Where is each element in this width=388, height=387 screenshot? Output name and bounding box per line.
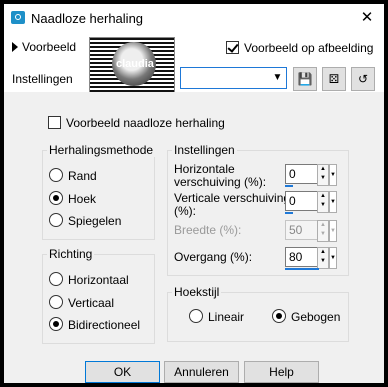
spinner-arrows-icon: ▲ ▼ bbox=[317, 220, 329, 242]
radio-rand[interactable]: Rand bbox=[49, 168, 97, 183]
radio-lineair[interactable]: Lineair bbox=[189, 309, 244, 324]
reset-button[interactable]: ↺ bbox=[351, 67, 375, 91]
radio-circle bbox=[49, 272, 63, 286]
radio-verticaal[interactable]: Verticaal bbox=[49, 295, 114, 310]
radio-label: Horizontaal bbox=[68, 273, 129, 287]
spinner-value[interactable]: 0 bbox=[285, 164, 320, 184]
value-bar bbox=[285, 268, 319, 270]
random-dice-icon: ⚄ bbox=[328, 72, 340, 86]
checkbox-label: Voorbeeld op afbeelding bbox=[244, 41, 374, 55]
cancel-button[interactable]: Annuleren bbox=[164, 361, 239, 383]
label-line-1: Verticale verschuiving bbox=[174, 191, 291, 205]
radio-label: Verticaal bbox=[68, 296, 115, 310]
save-icon: 💾 bbox=[297, 72, 313, 86]
chevron-down-icon: ▼ bbox=[272, 72, 283, 83]
transition-label: Overgang (%): bbox=[174, 250, 253, 264]
corner-style-group: Hoekstijl Lineair Gebogen bbox=[167, 285, 349, 342]
group-title: Richting bbox=[47, 247, 95, 261]
ok-button[interactable]: OK bbox=[85, 361, 160, 383]
radio-gebogen[interactable]: Gebogen bbox=[272, 309, 340, 324]
v-shift-spinner[interactable]: 0 ▲ ▼ ▼ bbox=[285, 191, 337, 214]
slider-dropdown-icon[interactable]: ▼ bbox=[329, 164, 337, 186]
v-shift-label: Verticale verschuiving (%): bbox=[174, 192, 290, 218]
label-line-2: (%): bbox=[174, 204, 196, 218]
radio-horizontaal[interactable]: Horizontaal bbox=[49, 272, 129, 287]
radio-label: Bidirectioneel bbox=[68, 318, 141, 332]
slider-dropdown-icon[interactable]: ▼ bbox=[329, 191, 337, 213]
radio-circle bbox=[49, 213, 63, 227]
checkbox-box bbox=[48, 116, 61, 129]
preview-toggle-label: Voorbeeld bbox=[22, 40, 77, 54]
h-shift-spinner[interactable]: 0 ▲ ▼ ▼ bbox=[285, 164, 337, 187]
repeat-method-group: Herhalingsmethode Rand Hoek Spiegelen bbox=[42, 143, 156, 240]
expand-triangle-icon bbox=[12, 42, 18, 52]
settings-label: Instellingen bbox=[12, 72, 73, 86]
window-title: Naadloze herhaling bbox=[31, 11, 144, 26]
direction-group: Richting Horizontaal Verticaal Bidirecti… bbox=[42, 247, 155, 344]
radio-label: Lineair bbox=[208, 310, 245, 324]
close-button[interactable]: ✕ bbox=[356, 8, 378, 28]
seamless-preview-checkbox[interactable]: Voorbeeld naadloze herhaling bbox=[48, 116, 225, 130]
checkbox-label: Voorbeeld naadloze herhaling bbox=[66, 116, 225, 130]
radio-circle bbox=[49, 191, 63, 205]
width-spinner: 50 ▲ ▼ ▼ bbox=[285, 220, 337, 242]
preview-toggle[interactable]: Voorbeeld bbox=[12, 40, 76, 54]
radio-spiegelen[interactable]: Spiegelen bbox=[49, 213, 121, 228]
app-icon bbox=[11, 11, 25, 24]
randomize-button[interactable]: ⚄ bbox=[322, 67, 346, 91]
save-settings-button[interactable]: 💾 bbox=[293, 67, 317, 91]
dialog-window: Naadloze herhaling ✕ Voorbeeld claudia V… bbox=[4, 4, 384, 383]
radio-hoek[interactable]: Hoek bbox=[49, 191, 96, 206]
spinner-arrows-icon[interactable]: ▲ ▼ bbox=[317, 247, 329, 269]
value-bar bbox=[285, 185, 293, 187]
spinner-value: 50 bbox=[285, 220, 320, 240]
preview-on-image-checkbox[interactable]: Voorbeeld op afbeelding bbox=[226, 41, 373, 55]
group-title: Hoekstijl bbox=[172, 285, 222, 299]
group-title: Instellingen bbox=[172, 143, 237, 157]
radio-circle bbox=[189, 309, 203, 323]
group-title: Herhalingsmethode bbox=[47, 143, 156, 157]
radio-label: Gebogen bbox=[291, 310, 341, 324]
radio-circle bbox=[49, 295, 63, 309]
radio-label: Spiegelen bbox=[68, 214, 122, 228]
label-line-1: Horizontale bbox=[174, 162, 235, 176]
preview-settings-bar: Voorbeeld claudia Voorbeeld op afbeeldin… bbox=[4, 32, 384, 93]
slider-dropdown-icon: ▼ bbox=[329, 220, 337, 242]
value-bar bbox=[285, 212, 293, 214]
radio-circle bbox=[49, 317, 63, 331]
thumbnail-watermark: claudia bbox=[116, 58, 154, 70]
preview-thumbnail: claudia bbox=[89, 37, 175, 93]
reset-icon: ↺ bbox=[357, 72, 369, 86]
slider-dropdown-icon[interactable]: ▼ bbox=[329, 247, 337, 269]
radio-label: Rand bbox=[68, 169, 97, 183]
checkbox-box bbox=[226, 41, 239, 54]
title-bar: Naadloze herhaling ✕ bbox=[4, 4, 384, 32]
spinner-value[interactable]: 0 bbox=[285, 191, 320, 211]
h-shift-label: Horizontale verschuiving (%): bbox=[174, 163, 266, 189]
radio-circle bbox=[49, 168, 63, 182]
spinner-arrows-icon[interactable]: ▲ ▼ bbox=[317, 191, 329, 213]
settings-combobox[interactable]: ▼ bbox=[180, 67, 287, 89]
spinner-arrows-icon[interactable]: ▲ ▼ bbox=[317, 164, 329, 186]
dialog-content: Voorbeeld naadloze herhaling Herhalingsm… bbox=[4, 92, 384, 383]
radio-label: Hoek bbox=[68, 192, 97, 206]
label-line-2: verschuiving (%): bbox=[174, 175, 267, 189]
transition-spinner[interactable]: 80 ▲ ▼ ▼ bbox=[285, 247, 337, 270]
width-label: Breedte (%): bbox=[174, 223, 242, 237]
radio-bidirectioneel[interactable]: Bidirectioneel bbox=[49, 317, 140, 332]
spinner-value[interactable]: 80 bbox=[285, 247, 320, 267]
help-button[interactable]: Help bbox=[244, 361, 319, 383]
settings-group: Instellingen Horizontale verschuiving (%)… bbox=[167, 143, 349, 276]
radio-circle bbox=[272, 309, 286, 323]
